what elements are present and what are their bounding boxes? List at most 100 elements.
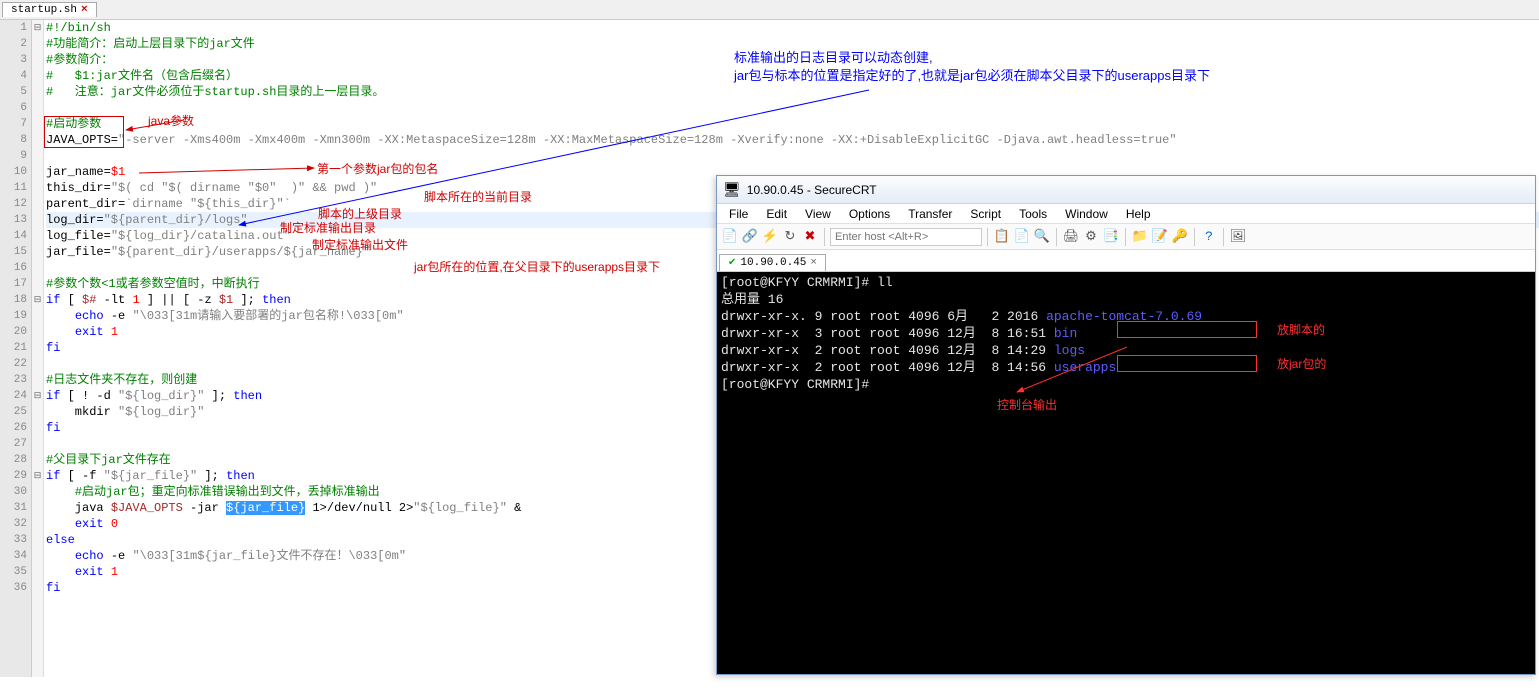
line-number: 6 [0,100,27,116]
line-number: 8 [0,132,27,148]
line-number: 18 [0,292,27,308]
host-input[interactable] [830,228,982,246]
term-anno-userapps: 放jar包的 [1277,356,1326,373]
transfer-icon[interactable]: 📁 [1131,228,1149,246]
line-number: 28 [0,452,27,468]
file-tab[interactable]: startup.sh × [2,2,97,17]
paste-icon[interactable]: 📄 [1013,228,1031,246]
crt-tabbar: ✔ 10.90.0.45 × [717,250,1535,272]
separator [1125,228,1126,246]
fold-marker [32,484,43,500]
fold-marker[interactable]: ⊟ [32,388,43,404]
session-options-icon[interactable]: 📑 [1102,228,1120,246]
terminal[interactable]: [root@KFYY CRMRMI]# ll总用量 16drwxr-xr-x. … [717,272,1535,674]
status-dot-icon: ✔ [728,257,736,269]
term-box-bin [1117,321,1257,338]
fold-marker [32,500,43,516]
key-icon[interactable]: 🔑 [1171,228,1189,246]
line-number: 23 [0,372,27,388]
terminal-line: 总用量 16 [721,291,1531,308]
fold-marker [32,84,43,100]
code-line[interactable] [46,100,1539,116]
code-line[interactable]: JAVA_OPTS="-server -Xms400m -Xmx400m -Xm… [46,132,1539,148]
line-number: 30 [0,484,27,500]
fold-marker [32,324,43,340]
code-line[interactable]: #启动参数 [46,116,1539,132]
fold-marker [32,420,43,436]
menu-options[interactable]: Options [841,205,898,223]
fold-marker [32,308,43,324]
line-number: 33 [0,532,27,548]
reconnect-icon[interactable]: ↻ [781,228,799,246]
menu-view[interactable]: View [797,205,839,223]
menu-script[interactable]: Script [962,205,1009,223]
line-number: 3 [0,52,27,68]
fold-marker [32,548,43,564]
fold-marker [32,564,43,580]
log-icon[interactable]: 📝 [1151,228,1169,246]
fold-marker[interactable]: ⊟ [32,468,43,484]
fold-marker [32,244,43,260]
disconnect-icon[interactable]: ✖ [801,228,819,246]
fold-gutter: ⊟ ⊟ ⊟ ⊟ [32,20,44,677]
crt-tab-label: 10.90.0.45 [740,257,806,269]
fold-marker [32,356,43,372]
line-number: 15 [0,244,27,260]
crt-titlebar[interactable]: 🖥 10.90.0.45 - SecureCRT [717,176,1535,204]
code-line[interactable]: #功能简介：启动上层目录下的jar文件 [46,36,1539,52]
line-number: 35 [0,564,27,580]
code-line[interactable] [46,148,1539,164]
separator [987,228,988,246]
fold-marker [32,452,43,468]
line-number: 25 [0,404,27,420]
code-line[interactable]: # 注意：jar文件必须位于startup.sh目录的上一层目录。 [46,84,1539,100]
menu-window[interactable]: Window [1057,205,1116,223]
options-icon[interactable]: ⚙ [1082,228,1100,246]
code-line[interactable]: #!/bin/sh [46,20,1539,36]
menu-help[interactable]: Help [1118,205,1159,223]
toggle-icon[interactable]: 🖼 [1229,228,1247,246]
term-anno-console: 控制台输出 [997,397,1057,414]
securecrt-window[interactable]: 🖥 10.90.0.45 - SecureCRT FileEditViewOpt… [716,175,1536,675]
connect-icon[interactable]: 🔗 [741,228,759,246]
term-anno-bin: 放脚本的 [1277,322,1325,339]
line-number: 20 [0,324,27,340]
line-number: 31 [0,500,27,516]
fold-marker [32,100,43,116]
fold-marker [32,36,43,52]
fold-marker [32,436,43,452]
line-number: 19 [0,308,27,324]
copy-icon[interactable]: 📋 [993,228,1011,246]
fold-marker [32,196,43,212]
line-number: 17 [0,276,27,292]
print-icon[interactable]: 🖨 [1062,228,1080,246]
fold-marker[interactable]: ⊟ [32,292,43,308]
code-line[interactable]: #参数简介： [46,52,1539,68]
close-icon[interactable]: × [810,257,817,269]
menu-file[interactable]: File [721,205,756,223]
line-number: 27 [0,436,27,452]
code-line[interactable]: # $1:jar文件名（包含后缀名） [46,68,1539,84]
quick-connect-icon[interactable]: ⚡ [761,228,779,246]
fold-marker[interactable]: ⊟ [32,20,43,36]
line-number: 16 [0,260,27,276]
close-icon[interactable]: × [81,4,88,16]
line-number: 1 [0,20,27,36]
menu-transfer[interactable]: Transfer [900,205,960,223]
line-number: 24 [0,388,27,404]
fold-marker [32,516,43,532]
line-number: 36 [0,580,27,596]
fold-marker [32,532,43,548]
menu-edit[interactable]: Edit [758,205,795,223]
separator [1223,228,1224,246]
new-session-icon[interactable]: 📄 [721,228,739,246]
help-icon[interactable]: ? [1200,228,1218,246]
crt-toolbar: 📄 🔗 ⚡ ↻ ✖ 📋 📄 🔍 🖨 ⚙ 📑 📁 📝 🔑 ? 🖼 [717,224,1535,250]
line-number: 21 [0,340,27,356]
fold-marker [32,116,43,132]
crt-session-tab[interactable]: ✔ 10.90.0.45 × [719,254,826,271]
find-icon[interactable]: 🔍 [1033,228,1051,246]
line-number-gutter: 1234567891011121314151617181920212223242… [0,20,32,677]
line-number: 26 [0,420,27,436]
menu-tools[interactable]: Tools [1011,205,1055,223]
